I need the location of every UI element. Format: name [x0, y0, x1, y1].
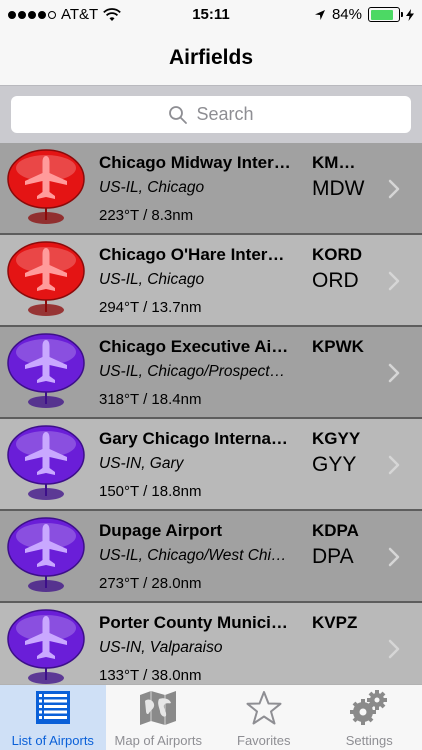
airport-pin-icon: [5, 516, 87, 598]
chevron-right-icon: [388, 179, 400, 199]
status-bar: AT&T 15:11 84%: [0, 0, 422, 30]
tab-settings[interactable]: Settings: [317, 685, 422, 750]
airport-bearing-distance: 133°T / 38.0nm: [99, 667, 202, 684]
airport-pin-icon: [5, 240, 87, 322]
airport-iata-code: MDW: [312, 177, 365, 200]
tab-label: List of Airports: [11, 733, 94, 748]
airport-row[interactable]: Dupage Airport US-IL, Chicago/West Chi… …: [0, 511, 422, 603]
tab-label: Map of Airports: [114, 733, 202, 748]
search-placeholder: Search: [196, 104, 254, 124]
airport-row[interactable]: Gary Chicago Interna… US-IN, Gary 150°T …: [0, 419, 422, 511]
tab-label: Settings: [345, 733, 393, 748]
navigation-bar: Airfields: [0, 30, 422, 85]
airport-pin-icon: [5, 332, 87, 414]
airport-name: Gary Chicago Interna…: [99, 429, 288, 448]
airport-name: Porter County Munici…: [99, 613, 288, 632]
chevron-right-icon: [388, 455, 400, 475]
airport-region: US-IL, Chicago/West Chi…: [99, 547, 287, 564]
airport-row[interactable]: Porter County Munici… US-IN, Valparaiso …: [0, 603, 422, 684]
airport-name: Chicago Midway Inter…: [99, 153, 291, 172]
airport-row[interactable]: Chicago Executive Ai… US-IL, Chicago/Pro…: [0, 327, 422, 419]
airport-list: Chicago Midway Inter… US-IL, Chicago 223…: [0, 143, 422, 684]
map-icon: [140, 691, 177, 725]
airport-region: US-IL, Chicago/Prospect…: [99, 363, 286, 380]
airport-pin-icon: [5, 424, 87, 506]
gears-icon: [350, 690, 388, 725]
airport-icao-code: KPWK: [312, 337, 364, 356]
charging-icon: [406, 8, 414, 21]
airport-iata-code: GYY: [312, 453, 357, 476]
airport-pin-icon: [5, 608, 87, 684]
battery-percent: 84%: [331, 6, 362, 23]
airport-bearing-distance: 150°T / 18.8nm: [99, 483, 202, 500]
battery-level: [370, 9, 394, 20]
status-right: 84%: [314, 6, 414, 23]
search-icon: [169, 105, 188, 124]
airport-name: Chicago O'Hare Inter…: [99, 245, 285, 264]
search-input[interactable]: Search: [11, 96, 411, 133]
airport-icao-code: KGYY: [312, 429, 361, 448]
chevron-right-icon: [388, 271, 400, 291]
chevron-right-icon: [388, 639, 400, 659]
airport-bearing-distance: 318°T / 18.4nm: [99, 391, 202, 408]
airport-region: US-IN, Valparaiso: [99, 639, 223, 656]
airport-bearing-distance: 273°T / 28.0nm: [99, 575, 202, 592]
airport-icao-code: KVPZ: [312, 613, 358, 632]
airport-name: Chicago Executive Ai…: [99, 337, 289, 356]
airport-iata-code: ORD: [312, 269, 359, 292]
airport-row[interactable]: Chicago Midway Inter… US-IL, Chicago 223…: [0, 143, 422, 235]
tab-label: Favorites: [237, 733, 291, 748]
airport-bearing-distance: 294°T / 13.7nm: [99, 299, 202, 316]
airport-region: US-IL, Chicago: [99, 179, 205, 196]
airport-name: Dupage Airport: [99, 521, 223, 540]
airport-pin-icon: [5, 148, 87, 230]
tab-list-of-airports[interactable]: List of Airports: [0, 685, 106, 750]
airport-icao-code: KDPA: [312, 521, 359, 540]
list-icon: [35, 691, 70, 724]
battery-icon: [368, 7, 403, 22]
search-container: Search: [0, 85, 422, 143]
tab-map-of-airports[interactable]: Map of Airports: [106, 685, 212, 750]
tab-bar: List of Airports Map of Airports Favorit…: [0, 684, 422, 750]
airport-region: US-IL, Chicago: [99, 271, 205, 288]
airport-icao-code: KM…: [312, 153, 356, 172]
airport-row[interactable]: Chicago O'Hare Inter… US-IL, Chicago 294…: [0, 235, 422, 327]
airport-bearing-distance: 223°T / 8.3nm: [99, 207, 194, 224]
location-arrow-icon: [314, 9, 325, 20]
star-icon: [246, 691, 282, 725]
airport-iata-code: DPA: [312, 545, 354, 568]
tab-favorites[interactable]: Favorites: [211, 685, 317, 750]
page-title: Airfields: [168, 46, 254, 69]
chevron-right-icon: [388, 547, 400, 567]
chevron-right-icon: [388, 363, 400, 383]
airport-icao-code: KORD: [312, 245, 363, 264]
airport-region: US-IN, Gary: [99, 455, 184, 472]
